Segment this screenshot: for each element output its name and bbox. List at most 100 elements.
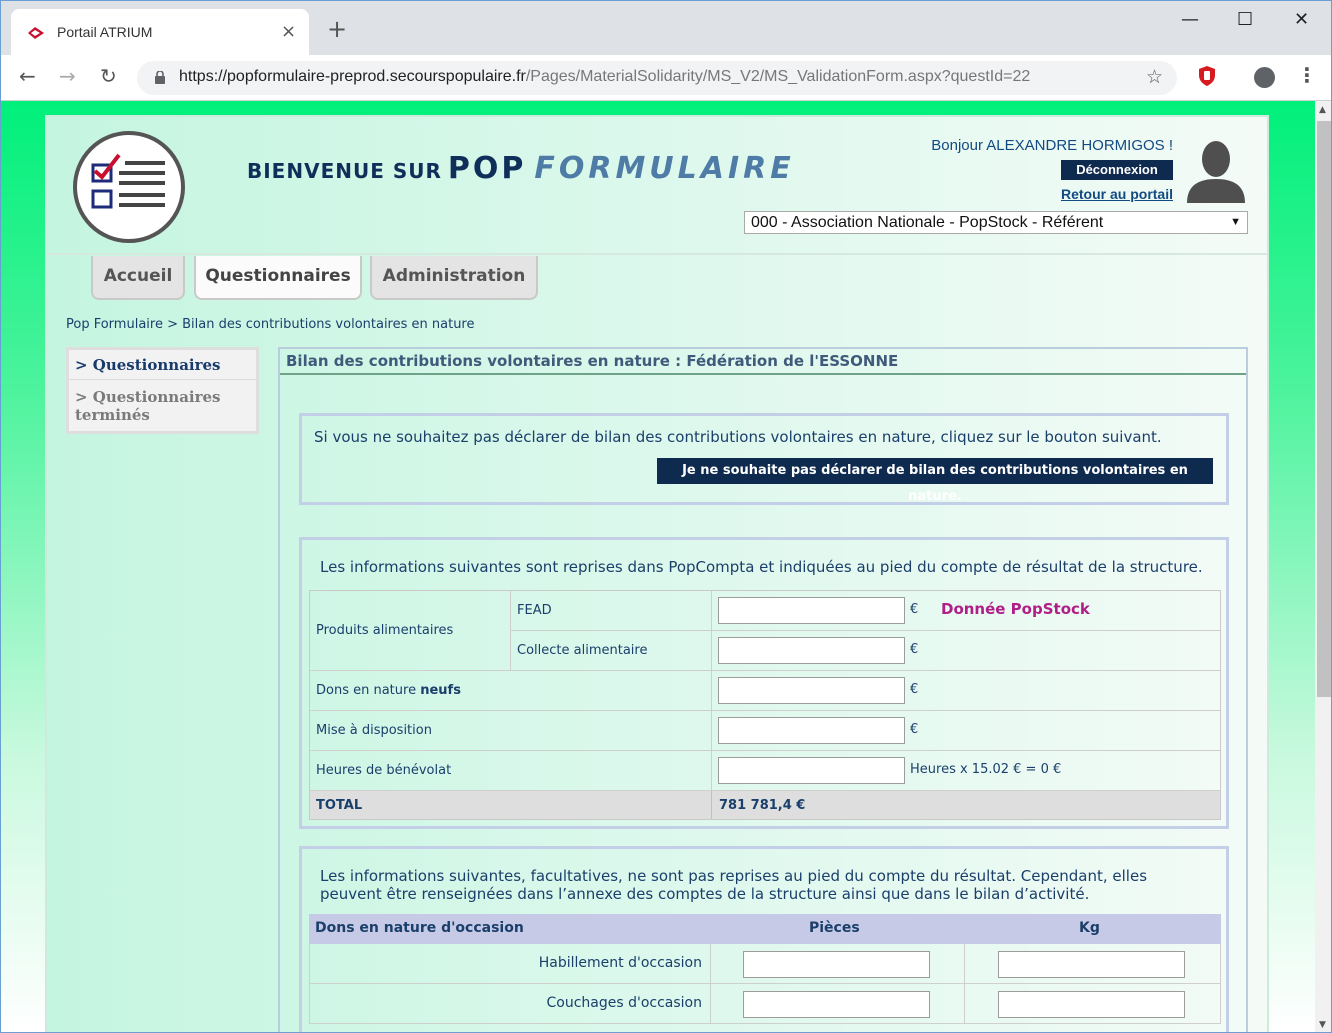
row-label-produits: Produits alimentaires <box>316 623 454 638</box>
grid-divider <box>510 630 1220 631</box>
page-content: BIENVENUE SUR POP FORMULAIRE Bonjour ALEXA… <box>47 117 1267 1032</box>
mise-dispo-input[interactable] <box>718 717 905 744</box>
occasion-row-label: Habillement d'occasion <box>538 955 702 971</box>
row-label-collecte: Collecte alimentaire <box>517 643 648 658</box>
couchages-pieces-input[interactable] <box>743 991 930 1018</box>
lock-icon <box>155 71 165 84</box>
grid-divider <box>710 944 711 984</box>
table-row: Couchages d'occasion <box>309 984 1221 1024</box>
extension-shield-icon[interactable] <box>1197 65 1217 87</box>
grid-divider <box>310 750 1220 751</box>
welcome-formulaire: FORMULAIRE <box>534 151 795 186</box>
scroll-thumb[interactable] <box>1317 121 1331 697</box>
tab-close-icon[interactable]: × <box>281 21 296 42</box>
browser-window: Portail ATRIUM × + — ☐ ✕ ← → ↻ https://p… <box>0 0 1332 1033</box>
optional-section: Les informations suivantes, facultatives… <box>299 846 1229 1032</box>
welcome-prefix: BIENVENUE SUR <box>247 159 442 183</box>
habillement-kg-input[interactable] <box>998 951 1185 978</box>
browser-toolbar: ← → ↻ https://popformulaire-preprod.seco… <box>1 55 1331 101</box>
decline-section: Si vous ne souhaitez pas déclarer de bil… <box>299 413 1229 505</box>
couchages-kg-input[interactable] <box>998 991 1185 1018</box>
address-bar[interactable]: https://popformulaire-preprod.secourspop… <box>137 61 1177 95</box>
browser-menu-icon[interactable]: ⋮ <box>1297 63 1317 87</box>
forward-icon[interactable]: → <box>59 64 76 88</box>
col-pieces: Pièces <box>809 920 860 936</box>
row-label-mise-dispo: Mise à disposition <box>316 723 432 738</box>
table-row: Habillement d'occasion <box>309 944 1221 984</box>
account-icon[interactable] <box>1254 67 1275 88</box>
occasion-table-header: Dons en nature d'occasion Pièces Kg <box>309 914 1221 944</box>
scroll-up-icon[interactable]: ▲ <box>1319 105 1326 115</box>
sidebar-item-questionnaires-termines[interactable]: > Questionnaires terminés <box>75 388 255 424</box>
atrium-favicon-icon <box>28 27 44 39</box>
tab-title: Portail ATRIUM <box>57 24 153 40</box>
user-greeting: Bonjour ALEXANDRE HORMIGOS ! <box>931 137 1173 154</box>
minimize-icon[interactable]: — <box>1181 9 1199 30</box>
welcome-banner: BIENVENUE SUR POP FORMULAIRE <box>247 151 795 186</box>
fead-input[interactable] <box>718 597 905 624</box>
decline-button[interactable]: Je ne souhaite pas déclarer de bilan des… <box>657 458 1213 504</box>
url-path: /Pages/MaterialSolidarity/MS_V2/MS_Valid… <box>525 68 1031 85</box>
page-title: Bilan des contributions volontaires en n… <box>280 349 1246 375</box>
tab-questionnaires[interactable]: Questionnaires <box>194 256 362 300</box>
window-close-icon[interactable]: ✕ <box>1294 9 1309 30</box>
grid-divider <box>964 984 965 1024</box>
page-viewport: BIENVENUE SUR POP FORMULAIRE Bonjour ALEXA… <box>1 101 1315 1032</box>
currency-label: € <box>910 642 919 657</box>
section1-intro: Les informations suivantes sont reprises… <box>320 558 1203 576</box>
welcome-pop: POP <box>447 151 527 186</box>
sidebar: > Questionnaires > Questionnaires termin… <box>66 347 259 434</box>
grid-divider <box>964 944 965 984</box>
browser-tab[interactable]: Portail ATRIUM × <box>11 9 309 55</box>
dons-neufs-input[interactable] <box>718 677 905 704</box>
tab-accueil[interactable]: Accueil <box>91 256 185 300</box>
habillement-pieces-input[interactable] <box>743 951 930 978</box>
col-kg: Kg <box>1079 920 1100 936</box>
decline-text: Si vous ne souhaitez pas déclarer de bil… <box>314 428 1162 446</box>
occasion-header: Dons en nature d'occasion <box>315 920 524 936</box>
back-icon[interactable]: ← <box>19 64 36 88</box>
contributions-table: Produits alimentaires FEAD € Donnée PopS… <box>309 590 1221 820</box>
currency-label: € <box>910 602 919 617</box>
grid-divider <box>310 710 1220 711</box>
scroll-down-icon[interactable]: ▼ <box>1319 1020 1326 1030</box>
tab-strip: Portail ATRIUM × + — ☐ ✕ <box>1 1 1331 55</box>
popcompta-section: Les informations suivantes sont reprises… <box>299 537 1229 829</box>
sidebar-divider <box>69 379 256 380</box>
page-container: BIENVENUE SUR POP FORMULAIRE Bonjour ALEXA… <box>45 115 1269 1032</box>
breadcrumb[interactable]: Pop Formulaire > Bilan des contributions… <box>66 317 475 332</box>
structure-select[interactable]: 000 - Association Nationale - PopStock -… <box>744 211 1248 234</box>
dons-prefix: Dons en nature <box>316 683 417 698</box>
maximize-icon[interactable]: ☐ <box>1237 9 1253 30</box>
reload-icon[interactable]: ↻ <box>100 64 117 88</box>
portal-link[interactable]: Retour au portail <box>947 186 1173 202</box>
grid-divider <box>711 591 712 819</box>
user-avatar-icon <box>1187 141 1245 203</box>
page-scrollbar[interactable]: ▲ ▼ <box>1315 101 1331 1032</box>
collecte-input[interactable] <box>718 637 905 664</box>
occasion-row-label: Couchages d'occasion <box>546 995 702 1011</box>
total-row: TOTAL 781 781,4 € <box>310 791 1220 819</box>
tab-administration[interactable]: Administration <box>370 256 538 300</box>
structure-select-value: 000 - Association Nationale - PopStock -… <box>751 214 1104 231</box>
row-label-fead: FEAD <box>517 603 552 618</box>
section2-intro: Les informations suivantes, facultatives… <box>320 867 1148 903</box>
total-label: TOTAL <box>316 798 363 813</box>
form-checklist-logo-icon <box>73 131 185 243</box>
url-text: https://popformulaire-preprod.secourspop… <box>179 68 1030 86</box>
sidebar-item-questionnaires[interactable]: > Questionnaires <box>75 356 221 374</box>
grid-divider <box>710 984 711 1024</box>
logout-button[interactable]: Déconnexion <box>1061 160 1173 180</box>
grid-divider <box>510 591 511 671</box>
currency-label: € <box>910 682 919 697</box>
row-label-dons: Dons en nature neufs <box>316 683 461 698</box>
bookmark-star-icon[interactable]: ☆ <box>1146 66 1163 88</box>
dons-bold: neufs <box>420 683 461 698</box>
new-tab-button[interactable]: + <box>327 17 347 41</box>
heures-calc: Heures x 15.02 € = 0 € <box>910 762 1062 777</box>
total-value: 781 781,4 € <box>719 798 806 813</box>
heures-input[interactable] <box>718 757 905 784</box>
header-divider <box>47 253 1267 255</box>
row-label-heures: Heures de bénévolat <box>316 763 452 778</box>
url-host: https://popformulaire-preprod.secourspop… <box>179 68 526 85</box>
